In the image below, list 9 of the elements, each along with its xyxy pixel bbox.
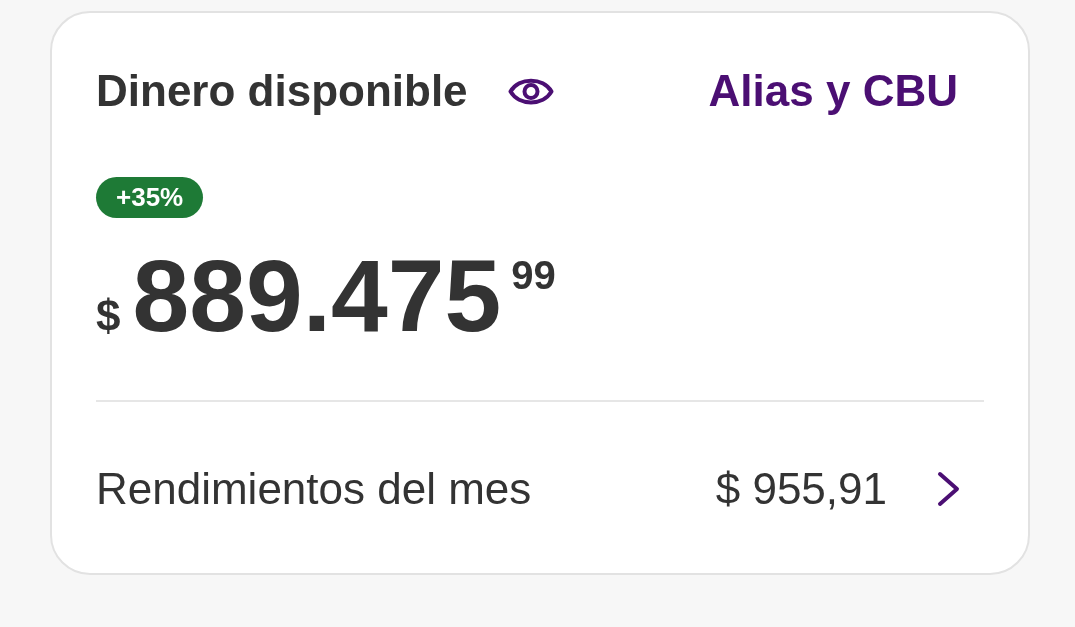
balance-amount: 889.475 — [132, 244, 502, 347]
earnings-amount: $ 955,91 — [715, 462, 887, 515]
growth-badge: +35% — [96, 176, 204, 218]
alias-cbu-link[interactable]: Alias y CBU — [708, 65, 958, 118]
balance-cents: 99 — [511, 254, 556, 295]
earnings-label: Rendimientos del mes — [96, 462, 532, 515]
currency-symbol: $ — [96, 293, 121, 338]
chevron-right-icon[interactable] — [937, 471, 960, 508]
balance-title: Dinero disponible — [96, 65, 468, 117]
